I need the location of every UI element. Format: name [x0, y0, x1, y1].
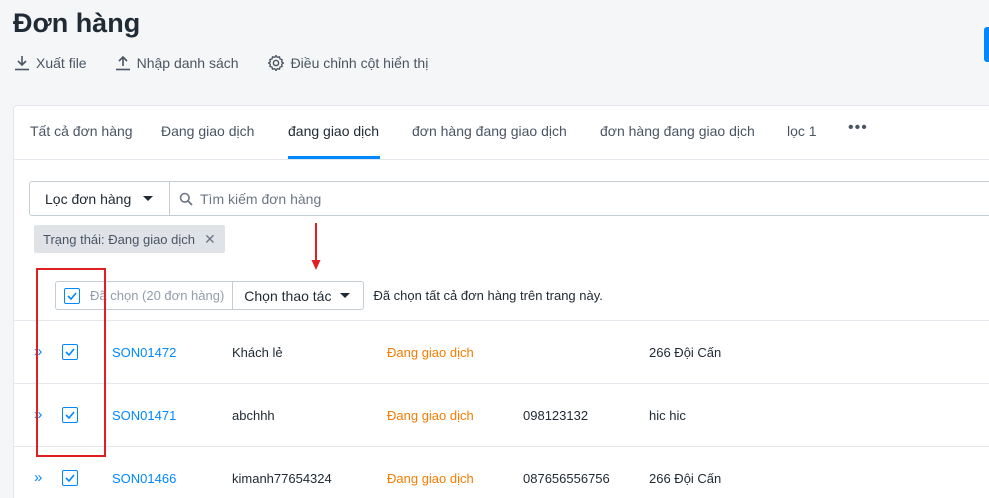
active-tab-indicator: [288, 156, 380, 159]
delivery-address: hic hic: [649, 408, 686, 423]
status-filter-chip-label: Trạng thái: Đang giao dịch: [43, 231, 196, 247]
page-toolbar: Xuất file Nhập danh sách Điều chỉnh cột …: [14, 54, 456, 72]
order-status: Đang giao dịch: [387, 408, 474, 423]
order-code-link[interactable]: SON01471: [112, 408, 176, 423]
filter-orders-label: Lọc đơn hàng: [45, 190, 132, 207]
choose-action-label: Chọn thao tác: [244, 287, 332, 304]
export-label: Xuất file: [36, 55, 87, 71]
order-status: Đang giao dịch: [387, 345, 474, 360]
choose-action-dropdown[interactable]: Chọn thao tác: [232, 281, 365, 310]
order-code-link[interactable]: SON01472: [112, 345, 176, 360]
customer-name: kimanh77654324: [232, 471, 332, 486]
gear-icon: [267, 54, 284, 72]
import-button[interactable]: Nhập danh sách: [115, 55, 239, 71]
orders-card: Tất cả đơn hàng Đang giao dịch đang giao…: [13, 105, 989, 498]
delivery-address: 266 Đội Cấn: [649, 345, 722, 360]
annotation-arrow: [311, 223, 321, 270]
search-input[interactable]: [200, 190, 800, 207]
tab-in-transaction[interactable]: Đang giao dịch: [161, 123, 254, 139]
order-code-link[interactable]: SON01466: [112, 471, 176, 486]
customer-phone: 098123132: [523, 408, 589, 423]
table-row[interactable]: » SON01471 abchhh Đang giao dịch 0981231…: [14, 383, 989, 446]
import-label: Nhập danh sách: [136, 55, 239, 71]
upload-icon: [115, 55, 130, 71]
search-field: [169, 181, 989, 216]
checkmark-icon: [65, 474, 75, 482]
table-row[interactable]: » SON01466 kimanh77654324 Đang giao dịch…: [14, 446, 989, 498]
tab-all-orders[interactable]: Tất cả đơn hàng: [30, 123, 133, 139]
customer-name: Khách lẻ: [232, 345, 283, 360]
caret-down-icon: [340, 293, 351, 298]
search-icon: [179, 192, 193, 206]
delivery-address: 266 Đội Cấn: [649, 471, 722, 486]
columns-button[interactable]: Điều chỉnh cột hiển thị: [267, 54, 429, 72]
status-filter-chip: Trạng thái: Đang giao dịch ✕: [34, 225, 225, 253]
bulk-actions-bar: Đã chọn (20 đơn hàng) Chọn thao tác Đã c…: [55, 281, 603, 310]
order-status: Đang giao dịch: [387, 471, 474, 486]
more-tabs-button[interactable]: •••: [848, 119, 868, 137]
primary-button-edge[interactable]: [984, 27, 989, 62]
tab-in-transaction-lowercase[interactable]: đang giao dịch: [288, 123, 379, 139]
remove-filter-icon[interactable]: ✕: [204, 231, 216, 248]
tab-orders-in-transaction-1[interactable]: đơn hàng đang giao dịch: [412, 123, 567, 139]
tab-filter-1[interactable]: lọc 1: [787, 123, 817, 139]
selected-count-label: Đã chọn (20 đơn hàng): [90, 288, 225, 303]
customer-phone: 087656556756: [523, 471, 610, 486]
table-row[interactable]: » SON01472 Khách lẻ Đang giao dịch 266 Đ…: [14, 320, 989, 383]
double-chevron-right-icon[interactable]: »: [34, 469, 42, 486]
orders-table: » SON01472 Khách lẻ Đang giao dịch 266 Đ…: [14, 320, 989, 498]
page-title: Đơn hàng: [13, 8, 141, 38]
tab-orders-in-transaction-2[interactable]: đơn hàng đang giao dịch: [600, 123, 755, 139]
export-button[interactable]: Xuất file: [14, 55, 87, 71]
columns-label: Điều chỉnh cột hiển thị: [290, 55, 429, 71]
caret-down-icon: [143, 196, 154, 201]
annotation-highlight-box: [36, 268, 106, 457]
download-icon: [15, 56, 29, 71]
selection-note: Đã chọn tất cả đơn hàng trên trang này.: [373, 288, 603, 303]
customer-name: abchhh: [232, 408, 275, 423]
row-checkbox[interactable]: [62, 470, 78, 486]
order-tabs: Tất cả đơn hàng Đang giao dịch đang giao…: [14, 106, 989, 160]
filter-orders-button[interactable]: Lọc đơn hàng: [29, 181, 170, 216]
